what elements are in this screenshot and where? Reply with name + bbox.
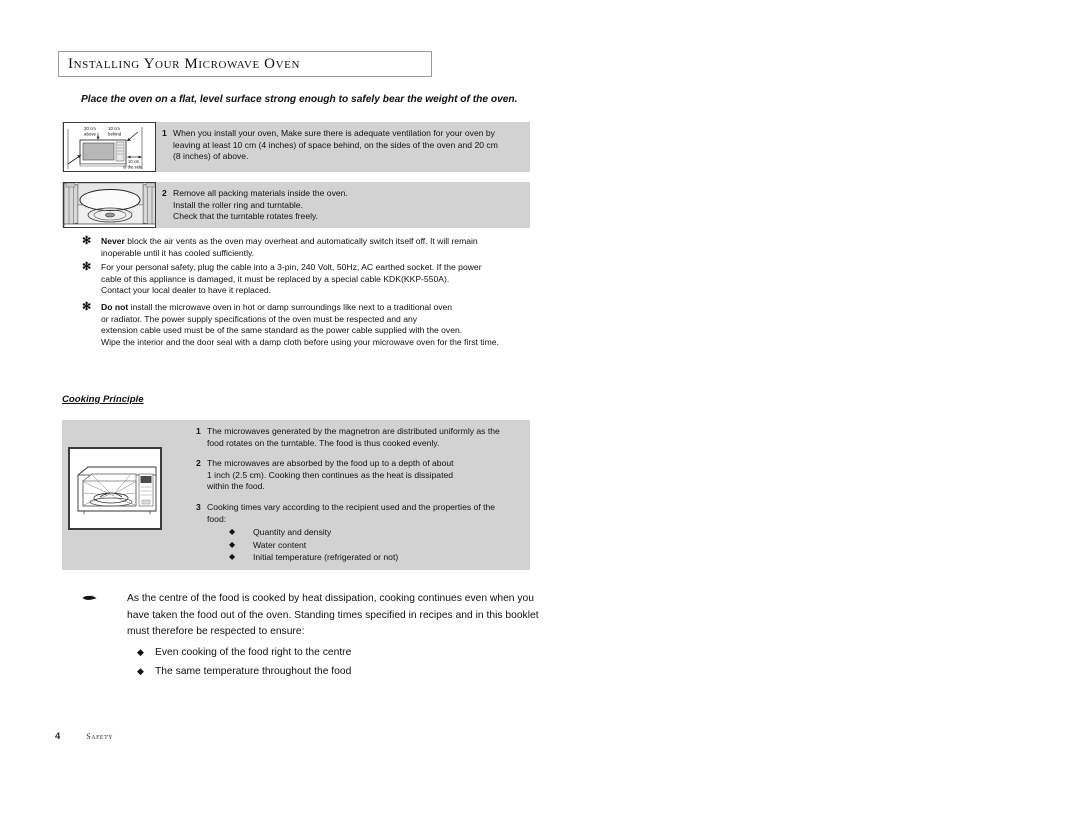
svg-text:of the side: of the side [123, 164, 143, 169]
note-line: Never block the air vents as the oven ma… [101, 236, 532, 248]
note-line: Do not install the microwave oven in hot… [101, 302, 532, 314]
snowflake-bullet-icon: ✻ [82, 301, 92, 313]
note-line: extension cable used must be of the same… [101, 325, 463, 335]
cooking-factor-list: ◆ Quantity and density ◆ Water content ◆… [207, 526, 526, 564]
list-item: ◆ The same temperature throughout the fo… [137, 662, 351, 681]
footer-page-number: 4 [55, 731, 61, 742]
page-title: Installing Your Microwave Oven [68, 55, 300, 72]
list-item-label: Initial temperature (refrigerated or not… [253, 552, 399, 563]
install-step-1-text: 1 When you install your oven, Make sure … [162, 128, 522, 163]
step-number: 2 [196, 458, 201, 469]
oven-clearance-svg: 20 cm above 10 cm behind 10 cm of the si… [67, 126, 143, 169]
svg-text:above: above [84, 131, 97, 136]
note-line: or radiator. The power supply specificat… [101, 313, 418, 324]
step-number: 1 [162, 128, 167, 138]
list-item: ◆ Even cooking of the food right to the … [137, 643, 351, 662]
snowflake-bullet-icon: ✻ [82, 235, 92, 247]
warning-note-1-text: Never block the air vents as the oven ma… [101, 236, 532, 259]
step-item: 2 Remove all packing materials inside th… [162, 188, 522, 223]
list-item-label: Even cooking of the food right to the ce… [155, 647, 352, 658]
step-item: 2 The microwaves are absorbed by the foo… [196, 458, 526, 493]
list-item-label: Water content [253, 539, 307, 550]
svg-text:behind: behind [108, 131, 122, 136]
list-item: ◆ Quantity and density [229, 526, 526, 539]
step-text: When you install your oven, Make sure th… [173, 128, 522, 163]
list-item-label: The same temperature throughout the food [155, 666, 352, 677]
note-line: Contact your local dealer to have it rep… [101, 285, 272, 295]
warning-note-3-text: Do not install the microwave oven in hot… [101, 302, 532, 348]
step-line: within the food. [207, 481, 265, 492]
page-title-box: Installing Your Microwave Oven [58, 51, 432, 77]
warning-note-3: ✻ Do not install the microwave oven in h… [82, 302, 532, 348]
warning-note-2: ✻ For your personal safety, plug the cab… [82, 262, 532, 297]
microwave-cutaway-svg [70, 449, 160, 528]
step-number: 1 [196, 426, 201, 436]
step-number: 3 [196, 501, 201, 512]
standing-time-note-text: As the centre of the food is cooked by h… [127, 591, 539, 641]
note-line: Wipe the interior and the door seal with… [101, 336, 499, 347]
svg-text:10 cm: 10 cm [128, 159, 140, 164]
list-item: ◆ Water content [229, 539, 526, 552]
step-line: Cooking times vary according to the reci… [207, 501, 496, 512]
list-item-label: Quantity and density [253, 527, 332, 538]
oven-clearance-diagram: 20 cm above 10 cm behind 10 cm of the si… [63, 122, 156, 172]
intro-statement: Place the oven on a flat, level surface … [81, 94, 518, 105]
svg-text:20 cm: 20 cm [84, 126, 96, 131]
step-number: 2 [162, 188, 167, 198]
diamond-bullet-icon: ◆ [229, 539, 236, 549]
note-line-rest: block the air vents as the oven may over… [124, 236, 478, 246]
standing-time-bullets: ◆ Even cooking of the food right to the … [137, 643, 351, 681]
step-text: Cooking times vary according to the reci… [207, 502, 526, 564]
note-line-rest: install the microwave oven in hot or dam… [128, 302, 453, 312]
note-line: must therefore be respected to ensure: [127, 626, 305, 637]
oven-turntable-svg [64, 183, 155, 227]
install-step-2-text: 2 Remove all packing materials inside th… [162, 188, 522, 223]
step-item: 3 Cooking times vary according to the re… [196, 502, 526, 564]
step-line: food rotates on the turntable. The food … [207, 437, 440, 448]
step-line: The microwaves generated by the magnetro… [207, 426, 500, 436]
cooking-principle-heading: Cooking Principle [62, 394, 144, 405]
footer-section-label: Safety [86, 732, 114, 741]
step-line: The microwaves are absorbed by the food … [207, 458, 454, 469]
note-lead: Never [101, 236, 125, 246]
note-line: have taken the food out of the oven. Sta… [127, 609, 539, 621]
document-page: Installing Your Microwave Oven Place the… [0, 0, 1080, 829]
note-line: For your personal safety, plug the cable… [101, 262, 482, 272]
note-lead: Do not [101, 302, 129, 312]
step-line: When you install your oven, Make sure th… [173, 128, 495, 138]
note-line: As the centre of the food is cooked by h… [127, 593, 534, 604]
step-text: The microwaves are absorbed by the food … [207, 458, 526, 493]
warning-note-2-text: For your personal safety, plug the cable… [101, 262, 532, 297]
note-line: cable of this appliance is damaged, it m… [101, 273, 450, 284]
list-item: ◆ Initial temperature (refrigerated or n… [229, 551, 526, 564]
diamond-bullet-icon: ◆ [137, 666, 144, 676]
step-line: Check that the turntable rotates freely. [173, 211, 319, 222]
diamond-bullet-icon: ◆ [229, 527, 236, 537]
snowflake-bullet-icon: ✻ [82, 261, 92, 273]
step-item: 1 When you install your oven, Make sure … [162, 128, 522, 163]
oven-turntable-diagram [63, 182, 156, 228]
warning-note-1: ✻ Never block the air vents as the oven … [82, 236, 532, 259]
step-text: Remove all packing materials inside the … [173, 188, 522, 223]
step-line: food: [207, 513, 227, 524]
step-line: leaving at least 10 cm (4 inches) of spa… [173, 139, 498, 150]
step-text: The microwaves generated by the magnetro… [207, 426, 526, 449]
diamond-bullet-icon: ◆ [229, 552, 236, 562]
cooking-principle-steps: 1 The microwaves generated by the magnet… [196, 426, 526, 564]
microwave-oven-cutaway-diagram [68, 447, 162, 530]
pointing-hand-icon [82, 595, 97, 600]
step-line: 1 inch (2.5 cm). Cooking then continues … [207, 469, 454, 480]
svg-text:10 cm: 10 cm [108, 126, 120, 131]
page-footer: 4 Safety [55, 731, 113, 742]
note-line: inoperable until it has cooled sufficien… [101, 247, 255, 258]
step-line: Remove all packing materials inside the … [173, 188, 348, 198]
step-item: 1 The microwaves generated by the magnet… [196, 426, 526, 449]
step-line: (8 inches) of above. [173, 151, 249, 162]
diamond-bullet-icon: ◆ [137, 647, 144, 657]
step-line: Install the roller ring and turntable. [173, 199, 303, 210]
